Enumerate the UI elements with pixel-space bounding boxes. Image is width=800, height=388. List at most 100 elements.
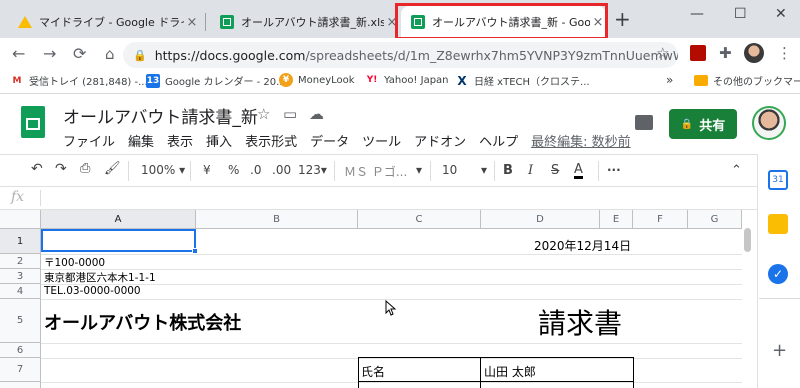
menu-help[interactable]: ヘルプ <box>479 131 518 150</box>
more-formats-select[interactable]: 123▾ <box>298 163 327 177</box>
menu-tools[interactable]: ツール <box>362 131 401 150</box>
row-header-1[interactable]: 1 <box>0 229 41 254</box>
cell-c7-name-label[interactable]: 氏名 <box>361 363 385 380</box>
percent-format-button[interactable]: % <box>228 163 239 177</box>
undo-icon[interactable]: ↶ <box>31 161 43 177</box>
comment-history-icon[interactable] <box>635 115 653 130</box>
italic-button[interactable]: I <box>528 163 533 178</box>
document-title[interactable]: オールアバウト請求書_新 <box>63 103 258 128</box>
column-header-g[interactable]: G <box>688 210 742 229</box>
close-window-button[interactable]: ✕ <box>775 6 787 22</box>
cell-d1-date[interactable]: 2020年12月14日 <box>534 237 631 254</box>
paint-format-icon[interactable]: 🖌 <box>104 161 121 176</box>
address-bar[interactable]: 🔒 https://docs.google.com/spreadsheets/d… <box>123 42 678 68</box>
strikethrough-button[interactable]: S <box>551 163 559 178</box>
cell-d5-invoice-title[interactable]: 請求書 <box>538 302 622 342</box>
column-header-e[interactable]: E <box>600 210 633 229</box>
bookmark-gmail[interactable]: M 受信トレイ (281,848) -... <box>10 73 148 89</box>
keep-icon[interactable] <box>768 214 788 234</box>
column-header-c[interactable]: C <box>358 210 481 229</box>
menu-insert[interactable]: 挿入 <box>206 131 232 150</box>
minimize-button[interactable]: — <box>690 6 704 22</box>
account-avatar[interactable] <box>752 106 786 140</box>
cell-d7-name-value[interactable]: 山田 太郎 <box>484 363 536 380</box>
close-tab-icon[interactable]: × <box>184 15 200 30</box>
other-bookmarks-folder[interactable]: その他のブックマーク <box>694 73 800 88</box>
add-addon-icon[interactable]: + <box>772 340 787 361</box>
cell-a5-company[interactable]: オールアバウト株式会社 <box>44 309 241 335</box>
spreadsheet-grid[interactable]: A B C D E F G 1 2 3 4 5 6 7 2020年12月14日 … <box>0 210 742 388</box>
menu-view[interactable]: 表示 <box>167 131 193 150</box>
cell-a3-address[interactable]: 東京都港区六本木1-1-1 <box>44 270 156 285</box>
row-header-7[interactable]: 7 <box>0 358 41 382</box>
tab-google-sheets-active[interactable]: オールアバウト請求書_新 - Google ス × <box>401 6 606 38</box>
back-button[interactable]: ← <box>12 44 25 64</box>
last-edit-link[interactable]: 最終編集: 数秒前 <box>531 131 631 150</box>
bookmark-moneylook[interactable]: ¥ MoneyLook <box>279 73 355 87</box>
bold-button[interactable]: B <box>503 163 513 178</box>
tasks-icon[interactable]: ✓ <box>768 264 788 284</box>
browser-tab-strip: マイドライブ - Google ドライブ × オールアバウト請求書_新.xlsx… <box>0 0 800 38</box>
increase-decimal-button[interactable]: .00 <box>272 163 291 177</box>
menu-format[interactable]: 表示形式 <box>245 131 297 150</box>
column-header-d[interactable]: D <box>481 210 600 229</box>
font-size-select[interactable]: 10 <box>442 163 457 177</box>
collapse-chevron-up-icon[interactable]: ⌃ <box>731 163 742 178</box>
text-color-button[interactable]: A <box>574 163 583 179</box>
google-sheets-logo-icon[interactable] <box>21 106 45 138</box>
tab-google-drive[interactable]: マイドライブ - Google ドライブ × <box>8 6 200 38</box>
menu-addons[interactable]: アドオン <box>414 131 466 150</box>
bookmark-calendar[interactable]: 13 Google カレンダー - 20... <box>146 73 286 88</box>
fill-handle[interactable] <box>192 248 198 254</box>
selected-cell-a1[interactable] <box>41 229 196 252</box>
close-tab-icon[interactable]: × <box>590 15 606 30</box>
row-header-6[interactable]: 6 <box>0 343 41 358</box>
share-button[interactable]: 🔒 共有 <box>669 109 737 139</box>
new-tab-button[interactable]: + <box>614 9 631 29</box>
column-header-b[interactable]: B <box>196 210 358 229</box>
close-tab-icon[interactable]: × <box>384 15 400 30</box>
bookmark-yahoo[interactable]: Y! Yahoo! Japan <box>365 73 449 87</box>
cell-a2-postal[interactable]: 〒100-0000 <box>44 255 105 270</box>
row-header-4[interactable]: 4 <box>0 284 41 299</box>
bookmark-nikkei-xtech[interactable]: X 日経 xTECH（クロステ... <box>455 73 589 89</box>
move-folder-icon[interactable]: ▭ <box>283 105 297 123</box>
cell-a4-tel[interactable]: TEL.03-0000-0000 <box>44 285 141 297</box>
menu-data[interactable]: データ <box>310 131 349 150</box>
menu-edit[interactable]: 編集 <box>128 131 154 150</box>
row-header-2[interactable]: 2 <box>0 254 41 269</box>
select-all-corner[interactable] <box>0 210 41 229</box>
more-bookmarks-chevron[interactable]: » <box>666 73 673 87</box>
reload-button[interactable]: ⟳ <box>73 44 86 64</box>
tab-xlsx-file[interactable]: オールアバウト請求書_新.xlsx - Goog × <box>210 6 400 38</box>
extensions-puzzle-icon[interactable]: ✚ <box>719 44 732 62</box>
row-header-5[interactable]: 5 <box>0 299 41 343</box>
font-size-chevron-icon[interactable]: ▾ <box>481 163 487 177</box>
zoom-select[interactable]: 100% ▾ <box>141 163 185 177</box>
menu-file[interactable]: ファイル <box>63 131 115 150</box>
currency-format-button[interactable]: ¥ <box>203 163 211 177</box>
print-icon[interactable]: ⎙ <box>80 161 90 176</box>
scrollbar-thumb[interactable] <box>744 228 751 252</box>
column-header-f[interactable]: F <box>633 210 688 229</box>
row-header-3[interactable]: 3 <box>0 269 41 284</box>
bookmark-star-icon[interactable]: ☆ <box>656 44 669 62</box>
forward-button[interactable]: → <box>43 44 56 64</box>
column-header-a[interactable]: A <box>41 210 196 229</box>
calendar-icon[interactable]: 31 <box>768 170 788 190</box>
font-dropdown-chevron-icon[interactable]: ▾ <box>416 163 422 177</box>
profile-avatar-icon[interactable] <box>744 43 764 63</box>
row-header-8[interactable] <box>0 382 41 388</box>
acrobat-extension-icon[interactable] <box>690 45 706 61</box>
more-options-icon[interactable]: ··· <box>607 163 621 177</box>
moneylook-icon: ¥ <box>279 73 293 87</box>
home-icon[interactable]: ⌂ <box>105 44 115 64</box>
formula-input[interactable] <box>48 191 738 207</box>
sheets-header: オールアバウト請求書_新 ☆ ▭ ☁ ファイル 編集 表示 挿入 表示形式 デー… <box>0 94 800 154</box>
maximize-button[interactable]: ☐ <box>734 6 747 22</box>
redo-icon[interactable]: ↷ <box>55 161 67 177</box>
decrease-decimal-button[interactable]: .0 <box>250 163 261 177</box>
star-icon[interactable]: ☆ <box>257 105 270 123</box>
chrome-menu-icon[interactable]: ⋮ <box>777 44 792 62</box>
formula-bar: fx <box>0 187 757 210</box>
